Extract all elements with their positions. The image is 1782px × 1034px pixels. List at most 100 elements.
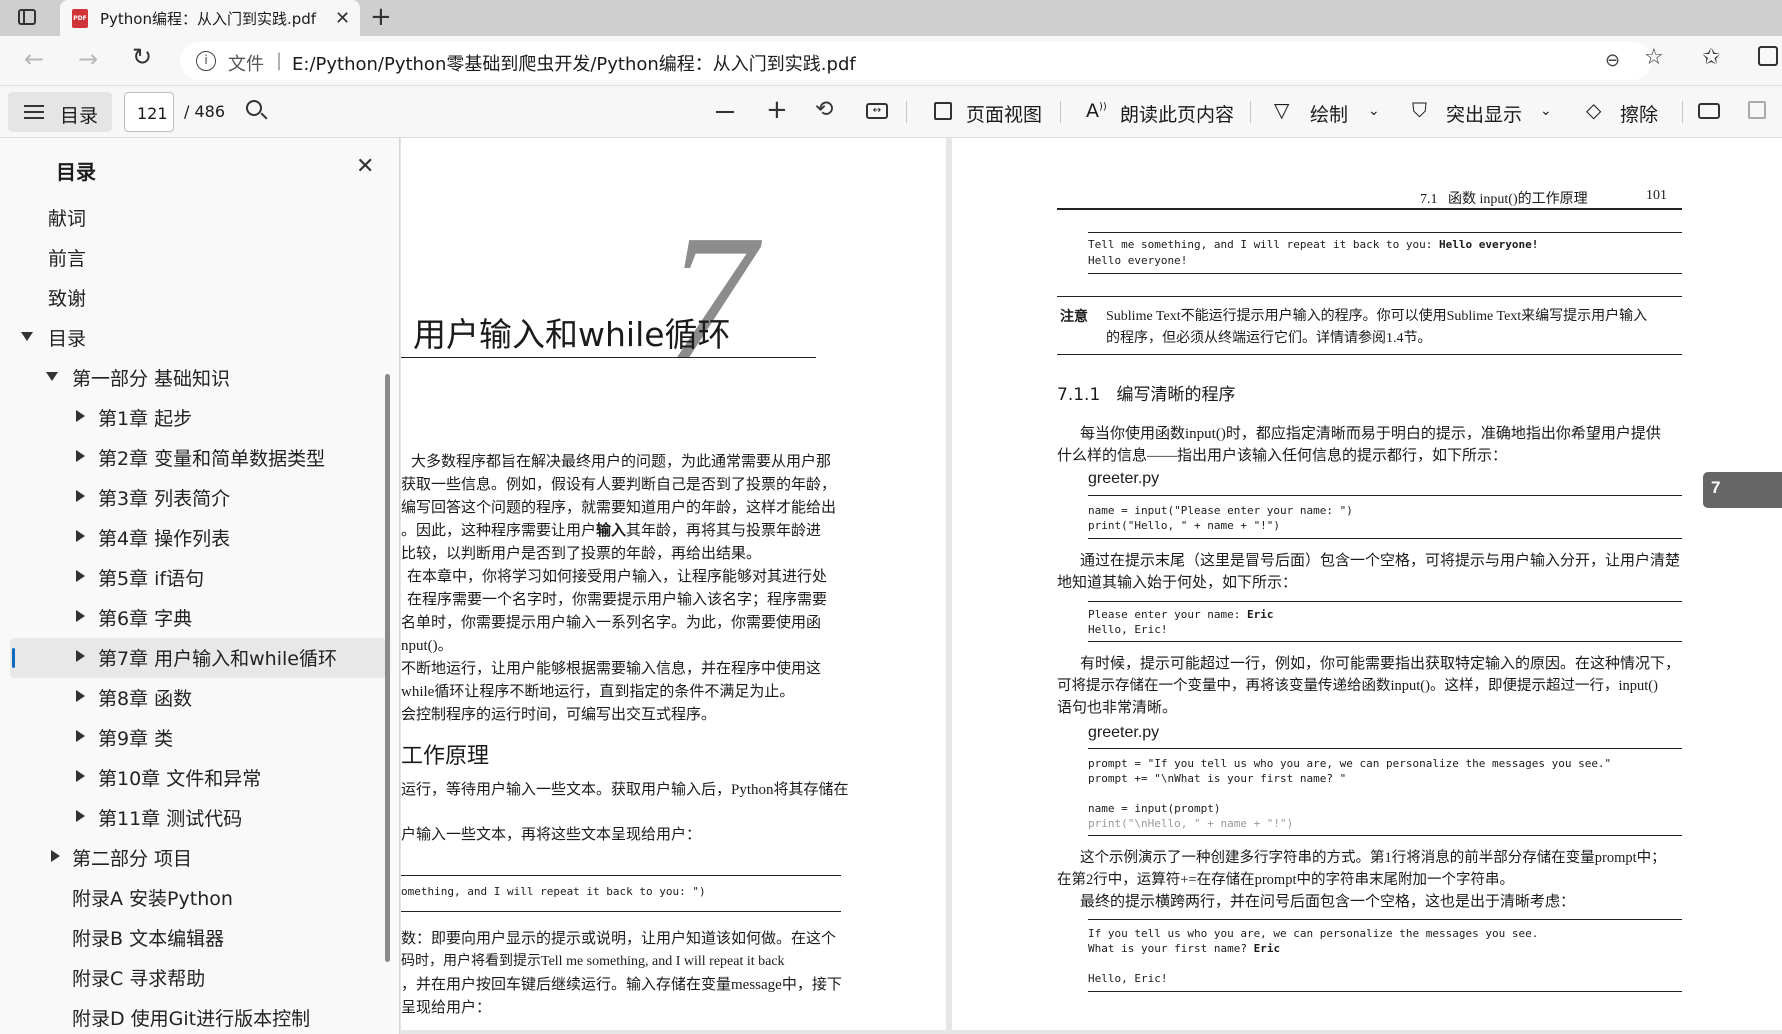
page-number-input[interactable]: 121 — [124, 92, 174, 132]
save-icon[interactable] — [1748, 101, 1766, 119]
toc-item-appendix-b[interactable]: 附录B 文本编辑器 — [72, 924, 224, 951]
highlight-icon[interactable]: ⛉ — [1412, 98, 1427, 122]
body-text: 在第2行中，运算符+=在存储在prompt中的字符串末尾附加一个字符串。 — [1057, 872, 1514, 888]
sidebar-scrollbar[interactable] — [385, 374, 390, 962]
toc-sidebar: 目录 ✕ 献词 前言 致谢 目录 第一部分 基础知识 第1章 起步 第2章 变量… — [0, 138, 400, 1034]
output-rule — [1088, 641, 1682, 642]
note-rule — [1057, 354, 1682, 355]
toc-item-ch2[interactable]: 第2章 变量和简单数据类型 — [98, 444, 325, 471]
expand-toggle-icon[interactable] — [76, 650, 85, 662]
code-rule — [401, 875, 841, 876]
toc-item-part2[interactable]: 第二部分 项目 — [72, 844, 192, 871]
expand-toggle-icon[interactable] — [76, 530, 85, 542]
browser-tab[interactable]: PDF Python编程：从入门到实践.pdf ✕ — [60, 0, 360, 36]
left-text-line: 数：即要向用户显示的提示或说明，让用户知道该如何做。在这个 — [401, 931, 837, 947]
section-heading: 工作原理 — [401, 744, 490, 769]
add-favorite-icon[interactable]: ☆ — [1644, 45, 1664, 70]
draw-button[interactable]: 绘制 — [1310, 100, 1348, 127]
rotate-icon[interactable]: ⟲ — [815, 97, 833, 122]
page-total: / 486 — [184, 102, 226, 121]
toc-item-ch9[interactable]: 第9章 类 — [98, 724, 173, 751]
chapter-rule — [401, 357, 816, 358]
output-prompt: Tell me something, and I will repeat it … — [1088, 238, 1439, 251]
toc-item-ch3[interactable]: 第3章 列表简介 — [98, 484, 230, 511]
expand-toggle-icon[interactable] — [76, 730, 85, 742]
toc-item-appendix-a[interactable]: 附录A 安装Python — [72, 884, 233, 911]
toc-item-appendix-d[interactable]: 附录D 使用Git进行版本控制 — [72, 1004, 310, 1031]
zoom-out-icon[interactable] — [716, 111, 734, 113]
toc-item-ch11[interactable]: 第11章 测试代码 — [98, 804, 242, 831]
expand-toggle-icon[interactable] — [76, 410, 85, 422]
pdf-page-right: 7.1 函数 input()的工作原理 101 Tell me somethin… — [952, 138, 1782, 1030]
refresh-icon[interactable]: ↻ — [132, 43, 152, 71]
toc-item-contents[interactable]: 目录 — [48, 324, 86, 351]
expand-toggle-icon[interactable] — [76, 610, 85, 622]
url-text[interactable]: E:/Python/Python零基础到爬虫开发/Python编程：从入门到实践… — [292, 50, 856, 76]
forward-icon[interactable]: → — [78, 45, 98, 73]
toc-item-preface[interactable]: 前言 — [48, 244, 86, 271]
print-icon[interactable] — [1698, 103, 1720, 119]
page-view-button[interactable]: 页面视图 — [966, 100, 1042, 127]
expand-toggle-icon[interactable] — [76, 690, 85, 702]
read-aloud-button[interactable]: 朗读此页内容 — [1120, 100, 1234, 127]
toc-item-ch1[interactable]: 第1章 起步 — [98, 404, 192, 431]
expand-toggle-icon[interactable] — [76, 810, 85, 822]
toc-item-ch5[interactable]: 第5章 if语句 — [98, 564, 204, 591]
code-line: print("Hello, " + name + "!") — [1088, 519, 1281, 532]
page-view-icon[interactable] — [934, 102, 952, 120]
code-rule — [1088, 538, 1682, 539]
toc-item-ch10[interactable]: 第10章 文件和异常 — [98, 764, 261, 791]
back-icon[interactable]: ← — [24, 45, 44, 73]
body-text: 通过在提示末尾（这里是冒号后面）包含一个空格，可将提示与用户输入分开，让用户清楚 — [1080, 553, 1681, 569]
toc-item-part1[interactable]: 第一部分 基础知识 — [72, 364, 230, 391]
note-text: 的程序，但必须从终端运行它们。详情请参阅1.4节。 — [1106, 331, 1432, 346]
toc-item-ch4[interactable]: 第4章 操作列表 — [98, 524, 230, 551]
info-icon[interactable]: i — [196, 51, 216, 71]
left-text-line: 户输入一些文本，再将这些文本呈现给用户： — [401, 827, 702, 843]
expand-toggle-icon[interactable] — [76, 570, 85, 582]
fit-width-icon[interactable]: ↔ — [866, 103, 888, 119]
toc-button-label: 目录 — [60, 105, 99, 127]
toc-item-appendix-c[interactable]: 附录C 寻求帮助 — [72, 964, 205, 991]
expand-toggle-icon[interactable] — [76, 770, 85, 782]
toc-item-ch8[interactable]: 第8章 函数 — [98, 684, 192, 711]
output-line: If you tell us who you are, we can perso… — [1088, 927, 1539, 940]
highlight-button[interactable]: 突出显示 — [1446, 100, 1522, 127]
expand-toggle-icon[interactable] — [21, 332, 33, 341]
favorites-icon[interactable]: ✩ — [1702, 45, 1720, 70]
output-rule — [1088, 601, 1682, 602]
read-aloud-icon[interactable]: A)) — [1086, 100, 1107, 122]
expand-toggle-icon[interactable] — [46, 372, 58, 381]
highlight-dropdown-icon[interactable]: ⌄ — [1540, 103, 1552, 119]
expand-toggle-icon[interactable] — [76, 450, 85, 462]
toc-item-ch6[interactable]: 第6章 字典 — [98, 604, 192, 631]
close-tab-icon[interactable]: ✕ — [335, 8, 350, 29]
expand-toggle-icon[interactable] — [76, 490, 85, 502]
body-text: 可将提示存储在一个变量中，再将该变量传递给函数input()。这样，即便提示超过… — [1057, 678, 1658, 694]
draw-icon[interactable]: ▽ — [1274, 98, 1289, 122]
output-line: Hello everyone! — [1088, 254, 1188, 267]
output-line: Hello, Eric! — [1088, 623, 1168, 636]
subsection-number: 7.1.1 — [1057, 385, 1101, 405]
draw-dropdown-icon[interactable]: ⌄ — [1368, 103, 1380, 119]
toc-button[interactable]: 目录 — [8, 92, 112, 132]
new-tab-icon[interactable]: + — [370, 2, 392, 32]
toc-item-ch7[interactable]: 第7章 用户输入和while循环 — [98, 644, 337, 671]
erase-button[interactable]: 擦除 — [1620, 100, 1658, 127]
expand-toggle-icon[interactable] — [51, 850, 60, 862]
zoom-out-icon[interactable]: ⊖ — [1605, 50, 1620, 71]
eraser-icon[interactable]: ◇ — [1586, 98, 1601, 122]
body-text: 语句也非常清晰。 — [1057, 700, 1178, 716]
zoom-in-icon[interactable]: + — [766, 95, 788, 125]
url-box[interactable]: i 文件 | E:/Python/Python零基础到爬虫开发/Python编程… — [180, 42, 1652, 80]
tab-actions-icon[interactable] — [18, 9, 36, 25]
output-rule — [1088, 991, 1682, 992]
left-code-line: omething, and I will repeat it back to y… — [401, 885, 706, 898]
document-viewer[interactable]: 7 用户输入和while循环 大多数程序都旨在解决最终用户的问题，为此通常需要从… — [401, 138, 1782, 1034]
close-sidebar-icon[interactable]: ✕ — [356, 154, 374, 179]
toc-item-dedication[interactable]: 献词 — [48, 204, 86, 231]
left-text-line: 大多数程序都旨在解决最终用户的问题，为此通常需要从用户那 — [411, 454, 832, 470]
search-icon[interactable] — [246, 100, 268, 120]
toc-item-acknowledgements[interactable]: 致谢 — [48, 284, 86, 311]
collections-icon[interactable] — [1758, 46, 1778, 66]
